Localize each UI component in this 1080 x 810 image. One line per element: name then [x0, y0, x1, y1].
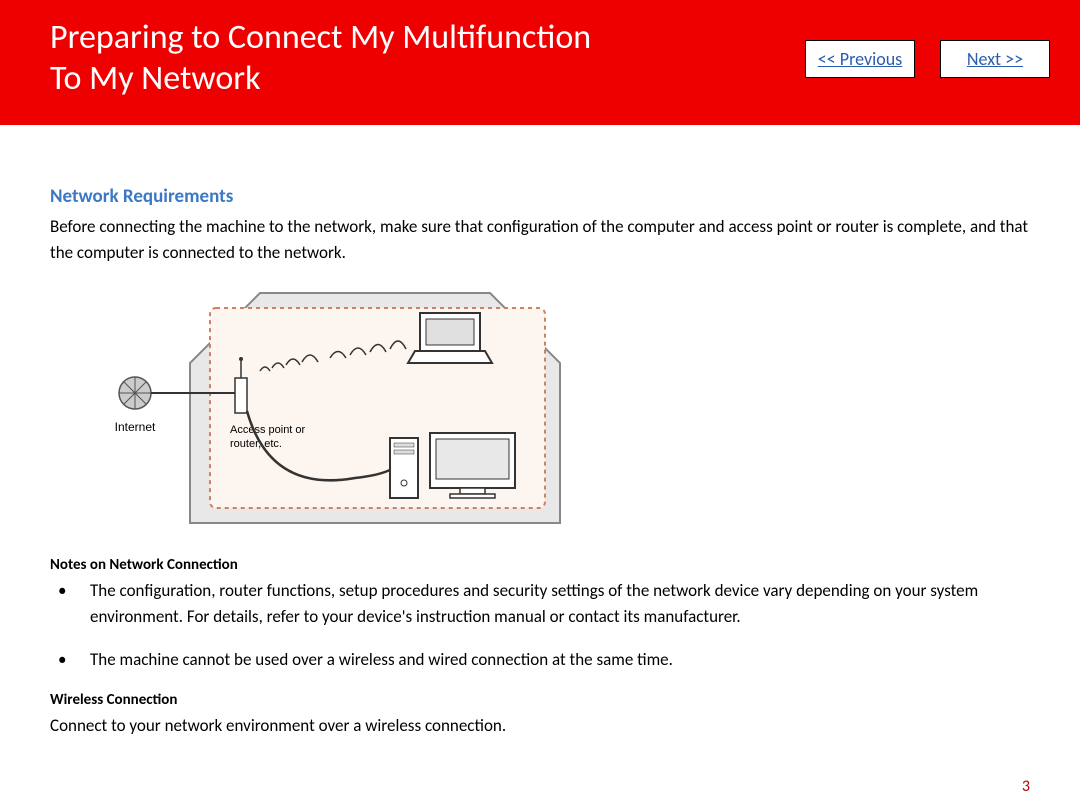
intro-paragraph: Before connecting the machine to the net…	[50, 214, 1030, 265]
page-number: 3	[1022, 777, 1030, 796]
title-line-1: Preparing to Connect My Multifunction	[50, 17, 591, 58]
list-item: • The machine cannot be used over a wire…	[50, 647, 1030, 673]
laptop-icon	[408, 313, 492, 363]
wireless-paragraph: Connect to your network environment over…	[50, 713, 1030, 739]
previous-button-label: << Previous	[818, 48, 902, 70]
section-heading: Network Requirements	[50, 185, 1030, 208]
router-label-2: router, etc.	[230, 438, 282, 450]
desktop-icon	[390, 438, 418, 498]
notes-heading: Notes on Network Connection	[50, 556, 1030, 574]
next-button[interactable]: Next >>	[940, 40, 1050, 78]
wireless-heading: Wireless Connection	[50, 691, 1030, 709]
notes-list: • The configuration, router functions, s…	[50, 578, 1030, 673]
content-area: Network Requirements Before connecting t…	[0, 125, 1080, 758]
bullet-icon: •	[50, 578, 90, 629]
previous-button[interactable]: << Previous	[805, 40, 915, 78]
title-line-2: To My Network	[50, 58, 261, 99]
router-label-1: Access point or	[230, 424, 306, 436]
note-text: The machine cannot be used over a wirele…	[90, 647, 1030, 673]
next-button-label: Next >>	[967, 48, 1023, 70]
nav-button-group: << Previous Next >>	[805, 40, 1050, 78]
header-bar: Preparing to Connect My Multifunction To…	[0, 0, 1080, 125]
monitor-icon	[430, 433, 515, 498]
list-item: • The configuration, router functions, s…	[50, 578, 1030, 629]
diagram-svg: Internet Access point or router, etc.	[60, 283, 570, 533]
internet-label: Internet	[115, 420, 156, 434]
bullet-icon: •	[50, 647, 90, 673]
note-text: The configuration, router functions, set…	[90, 578, 1030, 629]
network-diagram: Internet Access point or router, etc.	[60, 283, 1030, 538]
